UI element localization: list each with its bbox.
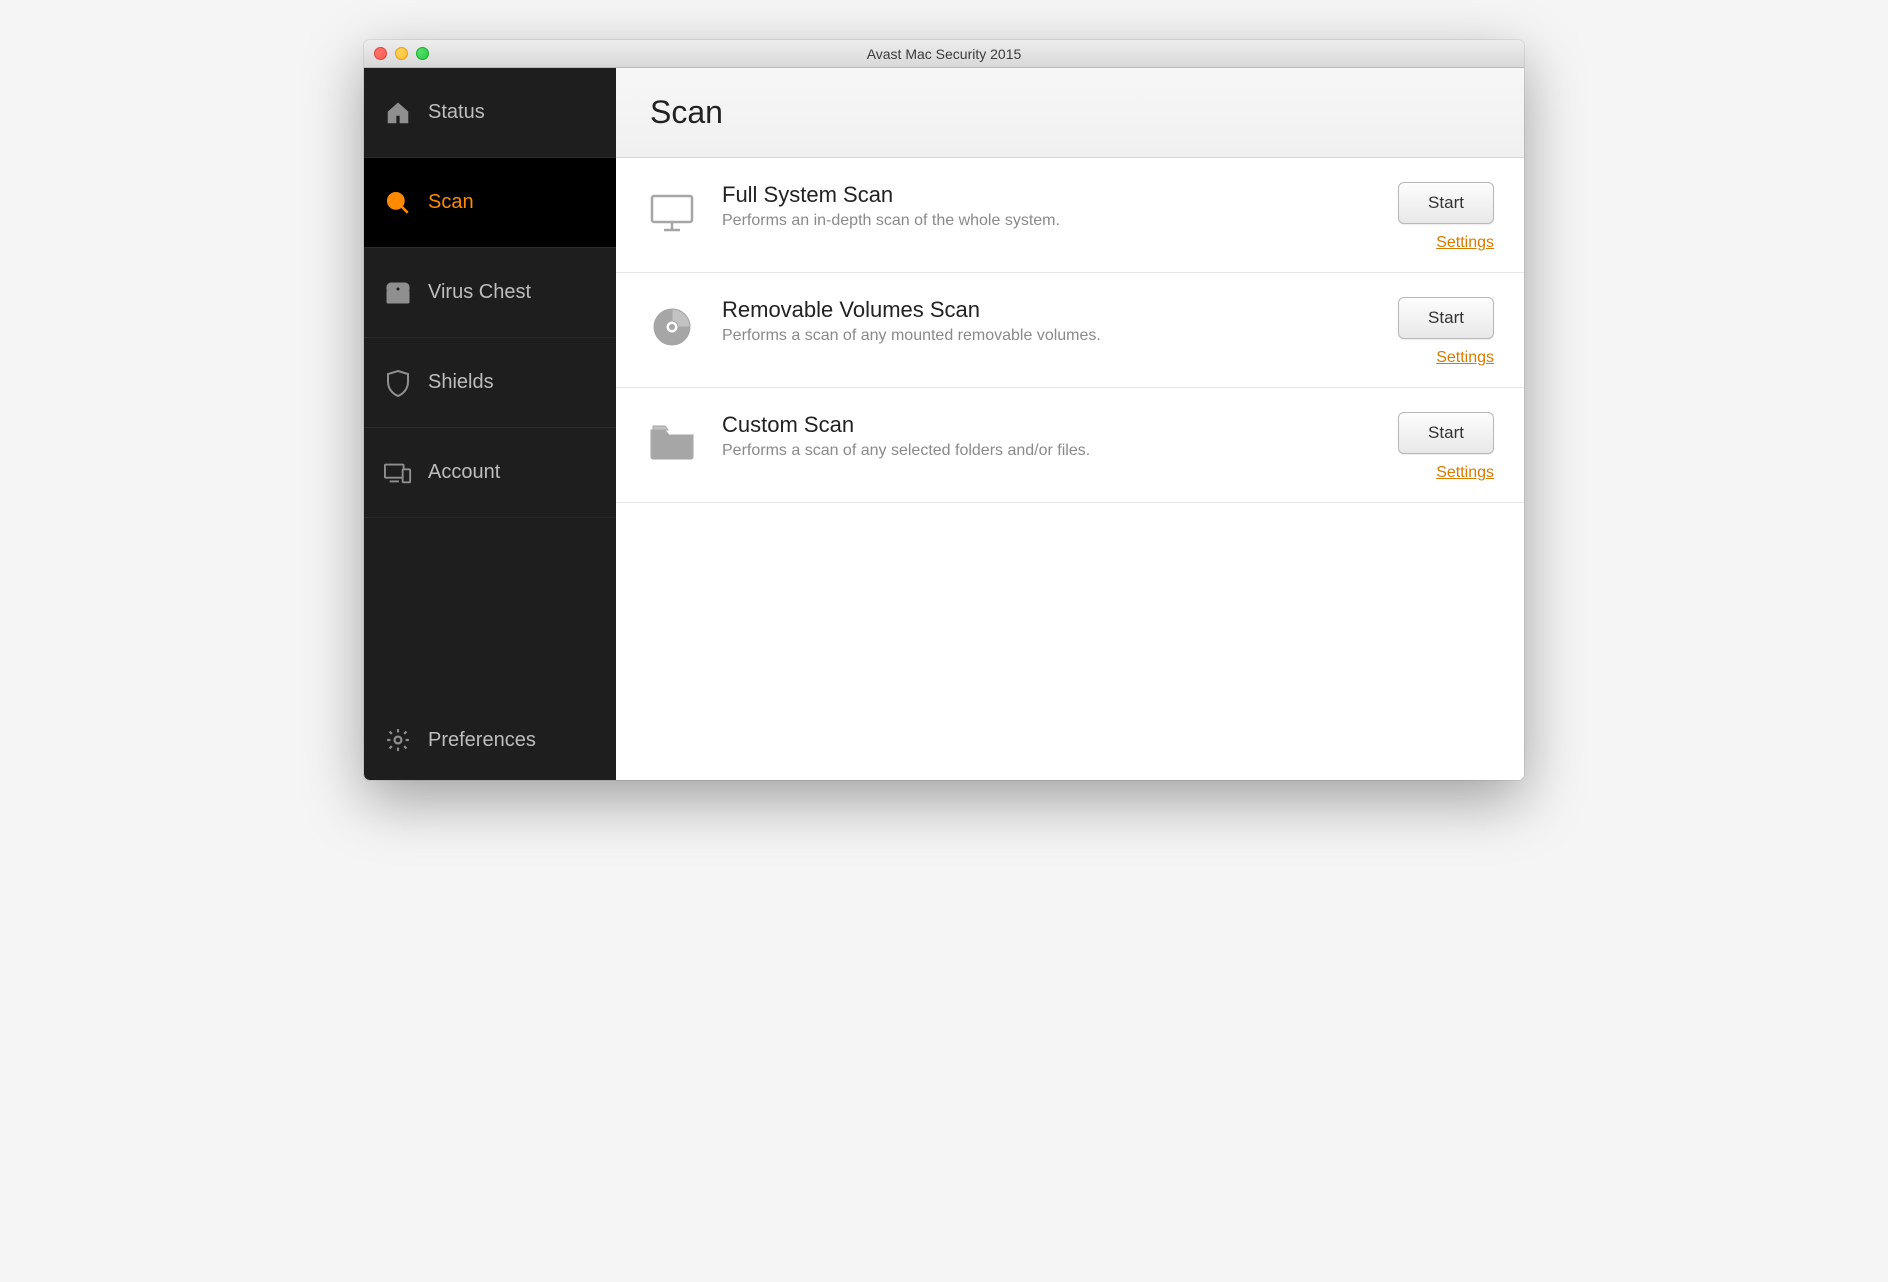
shield-icon <box>384 369 412 397</box>
chest-icon <box>384 279 412 307</box>
scan-row-full-system: Full System Scan Performs an in-depth sc… <box>616 158 1524 273</box>
scan-row-custom: Custom Scan Performs a scan of any selec… <box>616 388 1524 503</box>
sidebar-item-label: Shields <box>428 371 494 394</box>
scan-actions: Start Settings <box>1398 297 1494 367</box>
sidebar-item-label: Scan <box>428 191 474 214</box>
disc-icon <box>646 301 698 353</box>
scan-row-removable: Removable Volumes Scan Performs a scan o… <box>616 273 1524 388</box>
window-title: Avast Mac Security 2015 <box>364 46 1524 62</box>
sidebar-item-preferences[interactable]: Preferences <box>364 700 616 780</box>
main-header: Scan <box>616 68 1524 158</box>
window-body: Status Scan Virus Chest Shields <box>364 68 1524 780</box>
scan-actions: Start Settings <box>1398 412 1494 482</box>
sidebar-item-label: Status <box>428 101 485 124</box>
search-icon <box>384 189 412 217</box>
scan-actions: Start Settings <box>1398 182 1494 252</box>
settings-link[interactable]: Settings <box>1436 234 1494 252</box>
folder-icon <box>646 416 698 468</box>
gear-icon <box>384 726 412 754</box>
zoom-window-button[interactable] <box>416 47 429 60</box>
scan-text: Removable Volumes Scan Performs a scan o… <box>722 297 1374 345</box>
devices-icon <box>384 459 412 487</box>
sidebar-item-label: Account <box>428 461 500 484</box>
sidebar-item-virus-chest[interactable]: Virus Chest <box>364 248 616 338</box>
sidebar-item-scan[interactable]: Scan <box>364 158 616 248</box>
scan-title: Custom Scan <box>722 412 1374 438</box>
sidebar-item-label: Virus Chest <box>428 281 531 304</box>
settings-link[interactable]: Settings <box>1436 464 1494 482</box>
window-controls <box>364 47 429 60</box>
scan-description: Performs a scan of any selected folders … <box>722 442 1374 460</box>
scan-description: Performs a scan of any mounted removable… <box>722 327 1374 345</box>
scan-text: Full System Scan Performs an in-depth sc… <box>722 182 1374 230</box>
sidebar-item-label: Preferences <box>428 729 536 752</box>
scan-title: Removable Volumes Scan <box>722 297 1374 323</box>
titlebar: Avast Mac Security 2015 <box>364 40 1524 68</box>
settings-link[interactable]: Settings <box>1436 349 1494 367</box>
sidebar: Status Scan Virus Chest Shields <box>364 68 616 780</box>
app-window: Avast Mac Security 2015 Status Scan Vir <box>364 40 1524 780</box>
start-button[interactable]: Start <box>1398 182 1494 224</box>
scan-description: Performs an in-depth scan of the whole s… <box>722 212 1374 230</box>
home-icon <box>384 99 412 127</box>
sidebar-spacer <box>364 518 616 700</box>
scan-title: Full System Scan <box>722 182 1374 208</box>
monitor-icon <box>646 186 698 238</box>
start-button[interactable]: Start <box>1398 297 1494 339</box>
sidebar-item-account[interactable]: Account <box>364 428 616 518</box>
start-button[interactable]: Start <box>1398 412 1494 454</box>
close-window-button[interactable] <box>374 47 387 60</box>
scan-text: Custom Scan Performs a scan of any selec… <box>722 412 1374 460</box>
page-title: Scan <box>650 94 723 131</box>
sidebar-item-shields[interactable]: Shields <box>364 338 616 428</box>
main-panel: Scan Full System Scan Performs an in-dep… <box>616 68 1524 780</box>
sidebar-item-status[interactable]: Status <box>364 68 616 158</box>
scan-list: Full System Scan Performs an in-depth sc… <box>616 158 1524 780</box>
minimize-window-button[interactable] <box>395 47 408 60</box>
